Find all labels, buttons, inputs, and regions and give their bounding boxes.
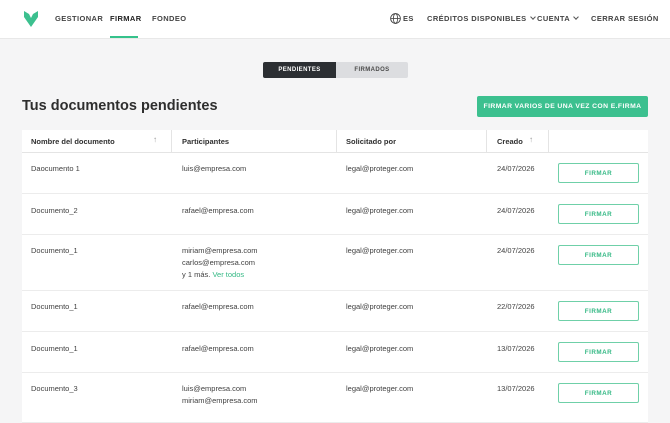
- page-title: Tus documentos pendientes: [22, 98, 218, 114]
- requester-email: legal@proteger.com: [346, 344, 414, 353]
- tab-firmados[interactable]: FIRMADOS: [336, 62, 408, 78]
- participant-email: miriam@empresa.com: [182, 246, 258, 255]
- created-date: 13/07/2026: [497, 344, 535, 353]
- logout-link[interactable]: CERRAR SESIÓN: [591, 14, 659, 23]
- tab-pendientes[interactable]: PENDIENTES: [263, 62, 336, 78]
- document-name: Documento_2: [31, 206, 78, 215]
- account-menu[interactable]: CUENTA: [537, 14, 579, 23]
- participant-email: rafael@empresa.com: [182, 302, 254, 311]
- sort-arrow-icon[interactable]: ↑: [529, 135, 533, 144]
- created-date: 24/07/2026: [497, 164, 535, 173]
- credits-menu[interactable]: CRÉDITOS DISPONIBLES: [427, 14, 536, 23]
- created-date: 24/07/2026: [497, 246, 535, 255]
- column-divider: [336, 130, 337, 153]
- created-date: 22/07/2026: [497, 302, 535, 311]
- globe-icon[interactable]: [390, 13, 401, 24]
- sign-button[interactable]: FIRMAR: [558, 204, 639, 224]
- credits-label: CRÉDITOS DISPONIBLES: [427, 14, 527, 23]
- account-label: CUENTA: [537, 14, 571, 23]
- requester-email: legal@proteger.com: [346, 384, 414, 393]
- more-count: y 1 más.: [182, 270, 211, 279]
- sign-button[interactable]: FIRMAR: [558, 163, 639, 183]
- document-name: Documento_3: [31, 384, 78, 393]
- created-date: 13/07/2026: [497, 384, 535, 393]
- nav-fondeo[interactable]: FONDEO: [152, 14, 186, 23]
- requester-email: legal@proteger.com: [346, 302, 414, 311]
- nav-firmar[interactable]: FIRMAR: [110, 14, 142, 23]
- column-header-created[interactable]: Creado: [497, 137, 523, 146]
- logo-icon[interactable]: [24, 11, 38, 27]
- table-row: Daocumento 1 luis@empresa.com legal@prot…: [22, 153, 648, 194]
- column-divider: [548, 130, 549, 153]
- participant-email: luis@empresa.com: [182, 384, 247, 393]
- chevron-down-icon: [529, 14, 536, 20]
- column-header-participants: Participantes: [182, 137, 230, 146]
- more-participants: y 1 más. Ver todos: [182, 269, 244, 281]
- view-all-link[interactable]: Ver todos: [212, 270, 244, 279]
- column-divider: [171, 130, 172, 153]
- sign-button[interactable]: FIRMAR: [558, 245, 639, 265]
- column-header-name[interactable]: Nombre del documento: [31, 137, 115, 146]
- participant-email: rafael@empresa.com: [182, 206, 254, 215]
- document-name: Documento_1: [31, 302, 78, 311]
- top-navigation-bar: GESTIONAR FIRMAR FONDEO ES CRÉDITOS DISP…: [0, 0, 670, 39]
- table-row: Documento_1 miriam@empresa.com carlos@em…: [22, 235, 648, 291]
- document-name: Documento_1: [31, 246, 78, 255]
- document-name: Documento_1: [31, 344, 78, 353]
- active-nav-indicator: [110, 36, 138, 38]
- sort-arrow-icon[interactable]: ↑: [153, 135, 157, 144]
- nav-gestionar[interactable]: GESTIONAR: [55, 14, 103, 23]
- participant-email: luis@empresa.com: [182, 164, 247, 173]
- participant-email: carlos@empresa.com: [182, 258, 256, 267]
- sign-button[interactable]: FIRMAR: [558, 301, 639, 321]
- created-date: 24/07/2026: [497, 206, 535, 215]
- sign-button[interactable]: FIRMAR: [558, 383, 639, 403]
- chevron-down-icon: [573, 14, 579, 20]
- language-selector[interactable]: ES: [403, 14, 414, 23]
- requester-email: legal@proteger.com: [346, 246, 414, 255]
- table-row: Documento_2 rafael@empresa.com legal@pro…: [22, 194, 648, 235]
- sign-button[interactable]: FIRMAR: [558, 342, 639, 362]
- column-divider: [486, 130, 487, 153]
- column-header-requested-by: Solicitado por: [346, 137, 397, 146]
- table-row: Documento_3 luis@empresa.com miriam@empr…: [22, 373, 648, 423]
- requester-email: legal@proteger.com: [346, 206, 414, 215]
- bulk-sign-button[interactable]: FIRMAR VARIOS DE UNA VEZ CON E.FIRMA: [477, 96, 648, 117]
- participant-email: rafael@empresa.com: [182, 344, 254, 353]
- requester-email: legal@proteger.com: [346, 164, 414, 173]
- table-row: Documento_1 rafael@empresa.com legal@pro…: [22, 332, 648, 373]
- document-name: Daocumento 1: [31, 164, 80, 173]
- participant-email: miriam@empresa.com: [182, 396, 258, 405]
- table-row: Documento_1 rafael@empresa.com legal@pro…: [22, 291, 648, 332]
- table-header: Nombre del documento ↑ Participantes Sol…: [22, 130, 648, 153]
- documents-table: Nombre del documento ↑ Participantes Sol…: [22, 130, 648, 423]
